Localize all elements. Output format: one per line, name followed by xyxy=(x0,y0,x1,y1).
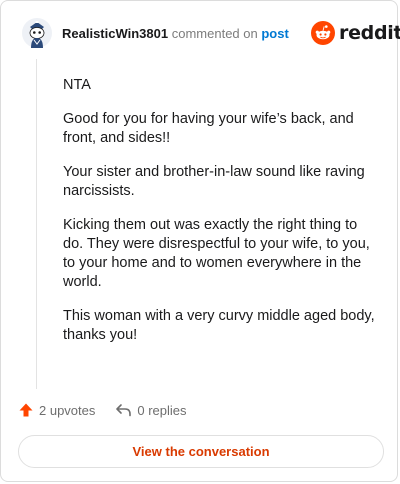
upvote-count: 2 upvotes xyxy=(39,402,96,418)
post-link[interactable]: post xyxy=(261,26,288,41)
thread-line xyxy=(36,59,37,389)
comment-embed-card: RealisticWin3801 commented on post reddi… xyxy=(0,0,400,482)
action-text: commented on xyxy=(171,26,258,41)
reddit-logo-icon xyxy=(311,21,335,45)
replies-button[interactable]: 0 replies xyxy=(115,402,187,418)
comment-header: RealisticWin3801 commented on post xyxy=(62,25,289,43)
username[interactable]: RealisticWin3801 xyxy=(62,26,168,41)
reply-count: 0 replies xyxy=(137,402,187,418)
upvote-arrow-icon xyxy=(19,403,33,417)
snoo-avatar-icon xyxy=(22,18,52,48)
view-conversation-button[interactable]: View the conversation xyxy=(18,435,384,468)
comment-body: NTA Good for you for having your wife’s … xyxy=(63,76,381,360)
upvote-button[interactable]: 2 upvotes xyxy=(18,402,95,418)
comment-paragraph: This woman with a very curvy middle aged… xyxy=(63,308,375,343)
comment-footer: 2 upvotes 0 replies xyxy=(18,402,187,418)
comment-paragraph: NTA xyxy=(63,77,91,93)
reddit-wordmark: reddit xyxy=(339,22,400,44)
comment-paragraph: Kicking them out was exactly the right t… xyxy=(63,217,370,290)
comment-paragraph: Good for you for having your wife’s back… xyxy=(63,111,354,146)
reply-arrow-icon xyxy=(116,404,132,417)
reddit-logo[interactable]: reddit xyxy=(311,21,400,45)
comment-paragraph: Your sister and brother-in-law sound lik… xyxy=(63,164,365,199)
user-avatar[interactable] xyxy=(22,18,52,48)
